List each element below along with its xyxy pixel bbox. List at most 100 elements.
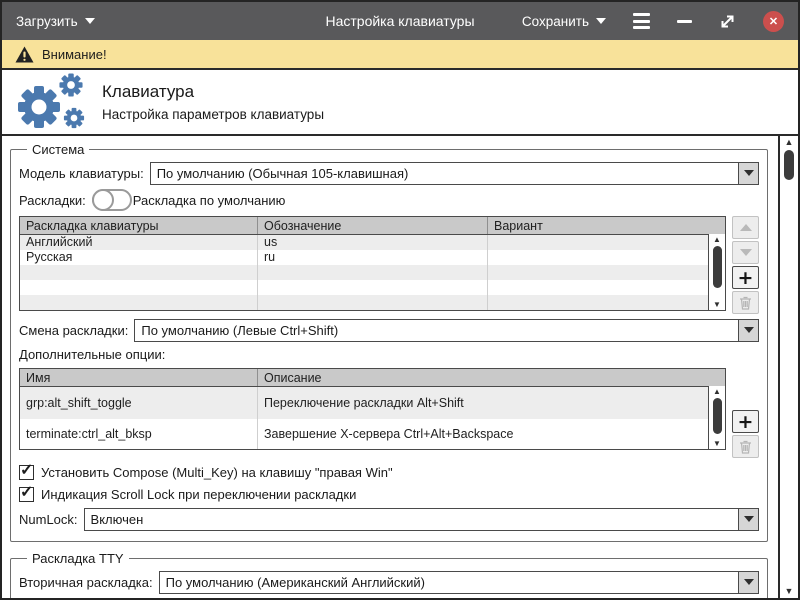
scrollbar-thumb[interactable] (713, 246, 722, 288)
layout-switch-value: По умолчанию (Левые Ctrl+Shift) (135, 320, 738, 341)
layout-table-header: Раскладка клавиатуры Обозначение Вариант (20, 217, 725, 235)
layout-table-zone: Раскладка клавиатуры Обозначение Вариант… (19, 216, 759, 314)
titlebar: Загрузить Настройка клавиатуры Сохранить… (2, 2, 798, 40)
table-row-empty[interactable] (20, 295, 725, 310)
warning-banner: Внимание! (2, 40, 798, 70)
table-row[interactable]: terminate:ctrl_alt_bksp Завершение X-сер… (20, 419, 725, 449)
settings-form: Система Модель клавиатуры: По умолчанию … (2, 136, 778, 598)
numlock-select[interactable]: Включен (84, 508, 759, 531)
layout-table-scrollbar[interactable]: ▲ ▼ (708, 234, 725, 310)
scrolllock-checkbox-row: ✓ Индикация Scroll Lock при переключении… (19, 483, 759, 505)
close-button[interactable]: ✕ (763, 11, 784, 32)
table-row-empty[interactable] (20, 265, 725, 280)
page-subtitle: Настройка параметров клавиатуры (102, 107, 324, 122)
dropdown-arrow-icon[interactable] (738, 320, 758, 341)
tty-group: Раскладка TTY Вторичная раскладка: По ум… (10, 551, 768, 598)
delete-layout-button[interactable] (732, 291, 759, 314)
scroll-down-icon[interactable]: ▼ (713, 299, 721, 310)
numlock-label: NumLock: (19, 512, 78, 527)
chevron-down-icon (596, 18, 606, 24)
secondary-layout-value: По умолчанию (Американский Английский) (160, 572, 738, 593)
column-header: Раскладка клавиатуры (20, 217, 258, 234)
chevron-down-icon (85, 18, 95, 24)
dropdown-arrow-icon[interactable] (738, 163, 758, 184)
options-table-buttons: + (732, 410, 759, 458)
dropdown-arrow-icon[interactable] (738, 572, 758, 593)
system-group-legend: Система (27, 142, 89, 157)
compose-checkbox-label: Установить Compose (Multi_Key) на клавиш… (41, 465, 393, 480)
warning-text: Внимание! (42, 47, 107, 62)
column-header: Описание (258, 369, 725, 386)
scroll-up-icon[interactable]: ▲ (785, 136, 794, 149)
layouts-row: Раскладки: Раскладка по умолчанию (19, 187, 759, 213)
keyboard-model-select[interactable]: По умолчанию (Обычная 105-клавишная) (150, 162, 759, 185)
page-title: Клавиатура (102, 82, 324, 102)
save-menu-button[interactable]: Сохранить (522, 14, 606, 29)
add-option-button[interactable]: + (732, 410, 759, 433)
page-header: Клавиатура Настройка параметров клавиату… (2, 70, 798, 136)
layout-table-buttons: + (732, 216, 759, 314)
table-row-empty[interactable] (20, 280, 725, 295)
table-row[interactable]: Английский us (20, 235, 725, 250)
menu-icon[interactable] (633, 13, 650, 29)
scroll-up-icon[interactable]: ▲ (713, 386, 721, 397)
delete-icon (739, 440, 752, 454)
minimize-button[interactable] (677, 20, 692, 23)
add-icon: + (738, 269, 754, 287)
scroll-up-icon[interactable]: ▲ (713, 234, 721, 245)
scrolllock-checkbox-label: Индикация Scroll Lock при переключении р… (41, 487, 356, 502)
scrolllock-checkbox[interactable]: ✓ (19, 487, 34, 502)
default-layout-toggle[interactable] (92, 189, 132, 211)
layout-switch-label: Смена раскладки: (19, 323, 128, 338)
save-menu-label: Сохранить (522, 14, 589, 29)
scroll-down-icon[interactable]: ▼ (785, 585, 794, 598)
main-scrollbar[interactable]: ▲ ▼ (778, 136, 798, 598)
delete-option-button[interactable] (732, 435, 759, 458)
keyboard-settings-window: Загрузить Настройка клавиатуры Сохранить… (0, 0, 800, 600)
table-row[interactable]: grp:alt_shift_toggle Переключение раскла… (20, 387, 725, 419)
load-menu-button[interactable]: Загрузить (16, 14, 95, 29)
add-layout-button[interactable]: + (732, 266, 759, 289)
numlock-value: Включен (85, 509, 738, 530)
table-row[interactable]: Русская ru (20, 250, 725, 265)
delete-icon (739, 296, 752, 310)
compose-checkbox[interactable]: ✓ (19, 465, 34, 480)
system-group: Система Модель клавиатуры: По умолчанию … (10, 142, 768, 542)
secondary-layout-select[interactable]: По умолчанию (Американский Английский) (159, 571, 759, 594)
secondary-layout-label: Вторичная раскладка: (19, 575, 153, 590)
numlock-row: NumLock: Включен (19, 506, 759, 532)
scroll-down-icon[interactable]: ▼ (713, 438, 721, 449)
secondary-layout-row: Вторичная раскладка: По умолчанию (Амери… (19, 569, 759, 595)
options-table-header: Имя Описание (20, 369, 725, 387)
check-icon: ✓ (20, 460, 33, 480)
options-table-zone: Имя Описание grp:alt_shift_toggle Перекл… (19, 368, 759, 458)
app-icon (8, 72, 94, 132)
tty-group-legend: Раскладка TTY (27, 551, 129, 566)
layout-switch-row: Смена раскладки: По умолчанию (Левые Ctr… (19, 317, 759, 343)
options-table: Имя Описание grp:alt_shift_toggle Перекл… (19, 368, 726, 450)
column-header: Вариант (488, 217, 725, 234)
scrollbar-thumb[interactable] (784, 150, 794, 180)
default-layout-toggle-label: Раскладка по умолчанию (133, 193, 286, 208)
keyboard-model-row: Модель клавиатуры: По умолчанию (Обычная… (19, 160, 759, 186)
scrollbar-thumb[interactable] (713, 398, 722, 434)
warning-icon (15, 46, 34, 63)
options-table-scrollbar[interactable]: ▲ ▼ (708, 386, 725, 449)
add-icon: + (738, 413, 754, 431)
keyboard-model-value: По умолчанию (Обычная 105-клавишная) (151, 163, 738, 184)
load-menu-label: Загрузить (16, 14, 78, 29)
layout-switch-select[interactable]: По умолчанию (Левые Ctrl+Shift) (134, 319, 759, 342)
compose-checkbox-row: ✓ Установить Compose (Multi_Key) на клав… (19, 461, 759, 483)
layouts-label: Раскладки: (19, 193, 86, 208)
column-header: Имя (20, 369, 258, 386)
move-down-icon (740, 249, 752, 256)
maximize-button[interactable] (719, 13, 736, 30)
layout-table: Раскладка клавиатуры Обозначение Вариант… (19, 216, 726, 311)
move-up-icon (740, 224, 752, 231)
extra-options-label: Дополнительные опции: (19, 347, 759, 365)
check-icon: ✓ (20, 482, 33, 502)
move-down-button[interactable] (732, 241, 759, 264)
move-up-button[interactable] (732, 216, 759, 239)
dropdown-arrow-icon[interactable] (738, 509, 758, 530)
column-header: Обозначение (258, 217, 488, 234)
